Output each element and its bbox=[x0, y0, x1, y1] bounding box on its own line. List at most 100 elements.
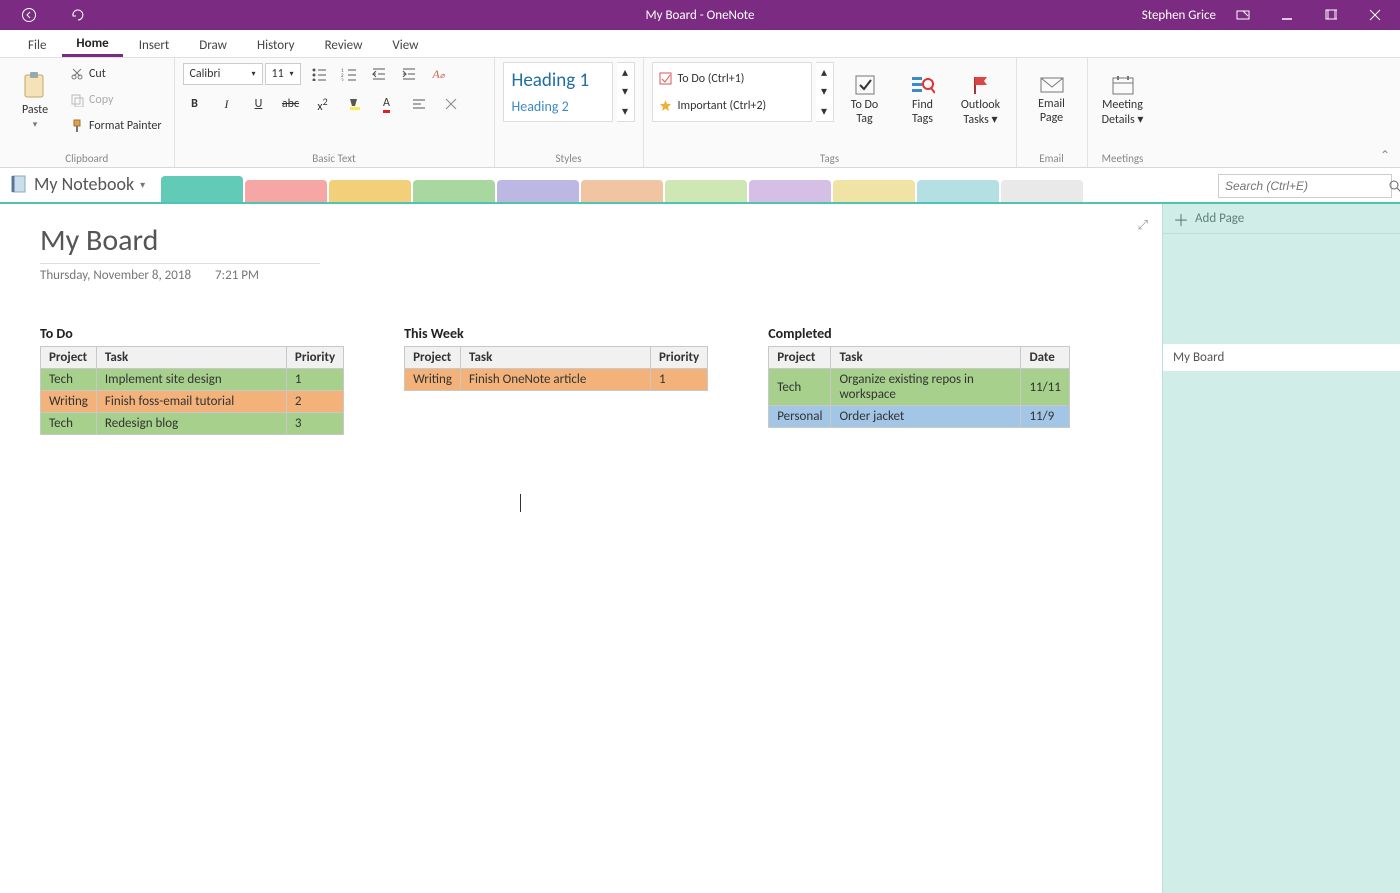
section-tab[interactable] bbox=[833, 180, 915, 202]
ribbon-tab-home[interactable]: Home bbox=[62, 30, 122, 57]
group-tags: To Do (Ctrl+1) Important (Ctrl+2) ▴ ▾ ▾ T… bbox=[644, 58, 1017, 167]
back-button[interactable] bbox=[12, 1, 46, 29]
task-table[interactable]: ProjectTaskPriorityWritingFinish OneNote… bbox=[404, 346, 708, 391]
page-title[interactable]: My Board bbox=[40, 222, 1122, 259]
tags-gallery[interactable]: To Do (Ctrl+1) Important (Ctrl+2) bbox=[652, 62, 812, 122]
ribbon-tab-draw[interactable]: Draw bbox=[185, 30, 241, 57]
ribbon-tab-file[interactable]: File bbox=[14, 30, 60, 57]
task-table[interactable]: ProjectTaskDateTechOrganize existing rep… bbox=[768, 346, 1070, 428]
format-painter-button[interactable]: Format Painter bbox=[66, 114, 166, 138]
ribbon-tab-history[interactable]: History bbox=[243, 30, 309, 57]
maximize-button[interactable] bbox=[1314, 1, 1348, 29]
cut-button[interactable]: Cut bbox=[66, 62, 166, 86]
tag-item[interactable]: Important (Ctrl+2) bbox=[659, 99, 805, 113]
table-row[interactable]: WritingFinish foss-email tutorial2 bbox=[41, 391, 344, 413]
table-cell: 11/9 bbox=[1021, 406, 1069, 428]
highlight-button[interactable] bbox=[343, 92, 367, 116]
board-columns: To DoProjectTaskPriorityTechImplement si… bbox=[40, 325, 1122, 435]
font-family-select[interactable]: Calibri▾ bbox=[183, 63, 263, 85]
tag-item[interactable]: To Do (Ctrl+1) bbox=[659, 72, 805, 86]
email-page-button[interactable]: Email Page bbox=[1025, 62, 1079, 138]
ribbon-display-button[interactable] bbox=[1226, 1, 1260, 29]
section-tab[interactable] bbox=[917, 180, 999, 202]
task-table[interactable]: ProjectTaskPriorityTechImplement site de… bbox=[40, 346, 344, 435]
notebook-dropdown[interactable]: My Notebook ▾ bbox=[0, 169, 155, 199]
note-canvas[interactable]: ⤢ My Board Thursday, November 8, 2018 7:… bbox=[0, 204, 1162, 893]
close-button[interactable] bbox=[1358, 1, 1392, 29]
styles-more-button[interactable]: ▾ bbox=[617, 102, 634, 121]
section-tab[interactable] bbox=[245, 180, 327, 202]
outdent-button[interactable] bbox=[367, 62, 391, 86]
table-row[interactable]: TechRedesign blog3 bbox=[41, 413, 344, 435]
delete-button[interactable] bbox=[439, 92, 463, 116]
todo-tag-button[interactable]: To Do Tag bbox=[838, 62, 892, 138]
tags-down-button[interactable]: ▾ bbox=[816, 82, 833, 101]
search-button[interactable]: ▾ bbox=[1388, 179, 1400, 193]
envelope-icon bbox=[1039, 75, 1065, 95]
section-tab[interactable] bbox=[665, 180, 747, 202]
clear-formatting-button[interactable]: A⌀ bbox=[427, 62, 451, 86]
ribbon-tab-view[interactable]: View bbox=[378, 30, 432, 57]
font-color-icon: A bbox=[383, 96, 390, 113]
align-button[interactable] bbox=[407, 92, 431, 116]
page-item[interactable]: My Board bbox=[1163, 344, 1400, 371]
paste-button[interactable]: Paste ▾ bbox=[8, 62, 62, 138]
page-list: My Board bbox=[1163, 234, 1400, 893]
brush-icon bbox=[70, 119, 84, 133]
table-cell: Finish OneNote article bbox=[461, 369, 651, 391]
star-icon bbox=[659, 99, 672, 112]
workspace: ⤢ My Board Thursday, November 8, 2018 7:… bbox=[0, 204, 1400, 893]
check-icon bbox=[854, 74, 876, 96]
superscript-button[interactable]: x2 bbox=[311, 92, 335, 116]
indent-icon bbox=[402, 67, 416, 81]
section-tab[interactable] bbox=[581, 180, 663, 202]
table-row[interactable]: PersonalOrder jacket11/9 bbox=[769, 406, 1070, 428]
copy-button[interactable]: Copy bbox=[66, 88, 166, 112]
expand-canvas-button[interactable]: ⤢ bbox=[1138, 218, 1148, 233]
table-cell: 11/11 bbox=[1021, 369, 1069, 406]
italic-button[interactable]: I bbox=[215, 92, 239, 116]
board-column: This WeekProjectTaskPriorityWritingFinis… bbox=[404, 325, 708, 435]
find-tags-button[interactable]: Find Tags bbox=[896, 62, 950, 138]
tags-more-button[interactable]: ▾ bbox=[816, 102, 833, 121]
table-row[interactable]: WritingFinish OneNote article1 bbox=[405, 369, 708, 391]
user-name[interactable]: Stephen Grice bbox=[1142, 8, 1216, 23]
styles-up-button[interactable]: ▴ bbox=[617, 63, 634, 82]
underline-button[interactable]: U bbox=[247, 92, 271, 116]
font-size-select[interactable]: 11▾ bbox=[265, 63, 301, 85]
styles-gallery[interactable]: Heading 1 Heading 2 bbox=[503, 62, 613, 122]
numbering-button[interactable]: 123 bbox=[337, 62, 361, 86]
section-tab[interactable] bbox=[161, 176, 243, 202]
bullets-button[interactable] bbox=[307, 62, 331, 86]
section-tab[interactable] bbox=[749, 180, 831, 202]
outlook-tasks-button[interactable]: Outlook Tasks ▾ bbox=[954, 62, 1008, 138]
strikethrough-button[interactable]: abc bbox=[279, 92, 303, 116]
table-cell: Implement site design bbox=[96, 369, 286, 391]
table-row[interactable]: TechImplement site design1 bbox=[41, 369, 344, 391]
group-clipboard: Paste ▾ Cut Copy Format Painter Clipboar… bbox=[0, 58, 175, 167]
table-header: Date bbox=[1021, 347, 1069, 369]
search-input[interactable] bbox=[1219, 179, 1388, 193]
meeting-details-button[interactable]: Meeting Details ▾ bbox=[1096, 62, 1150, 138]
section-tab[interactable] bbox=[1001, 180, 1083, 202]
ribbon-tab-review[interactable]: Review bbox=[311, 30, 377, 57]
font-color-button[interactable]: A bbox=[375, 92, 399, 116]
undo-button[interactable] bbox=[60, 1, 94, 29]
bold-button[interactable]: B bbox=[183, 92, 207, 116]
section-tab[interactable] bbox=[329, 180, 411, 202]
highlight-icon bbox=[347, 97, 363, 111]
tags-up-button[interactable]: ▴ bbox=[816, 63, 833, 82]
add-page-button[interactable]: ＋ Add Page bbox=[1163, 204, 1400, 234]
section-tab[interactable] bbox=[497, 180, 579, 202]
styles-down-button[interactable]: ▾ bbox=[617, 82, 634, 101]
minimize-button[interactable] bbox=[1270, 1, 1304, 29]
table-row[interactable]: TechOrganize existing repos in workspace… bbox=[769, 369, 1070, 406]
indent-button[interactable] bbox=[397, 62, 421, 86]
ribbon-tab-insert[interactable]: Insert bbox=[125, 30, 184, 57]
section-tab[interactable] bbox=[413, 180, 495, 202]
notebook-bar: My Notebook ▾ ▾ bbox=[0, 168, 1400, 204]
maximize-icon bbox=[1325, 9, 1337, 21]
page-pane: ＋ Add Page My Board bbox=[1162, 204, 1400, 893]
table-cell: Order jacket bbox=[831, 406, 1021, 428]
ribbon-collapse-button[interactable]: ⌃ bbox=[1380, 148, 1390, 163]
